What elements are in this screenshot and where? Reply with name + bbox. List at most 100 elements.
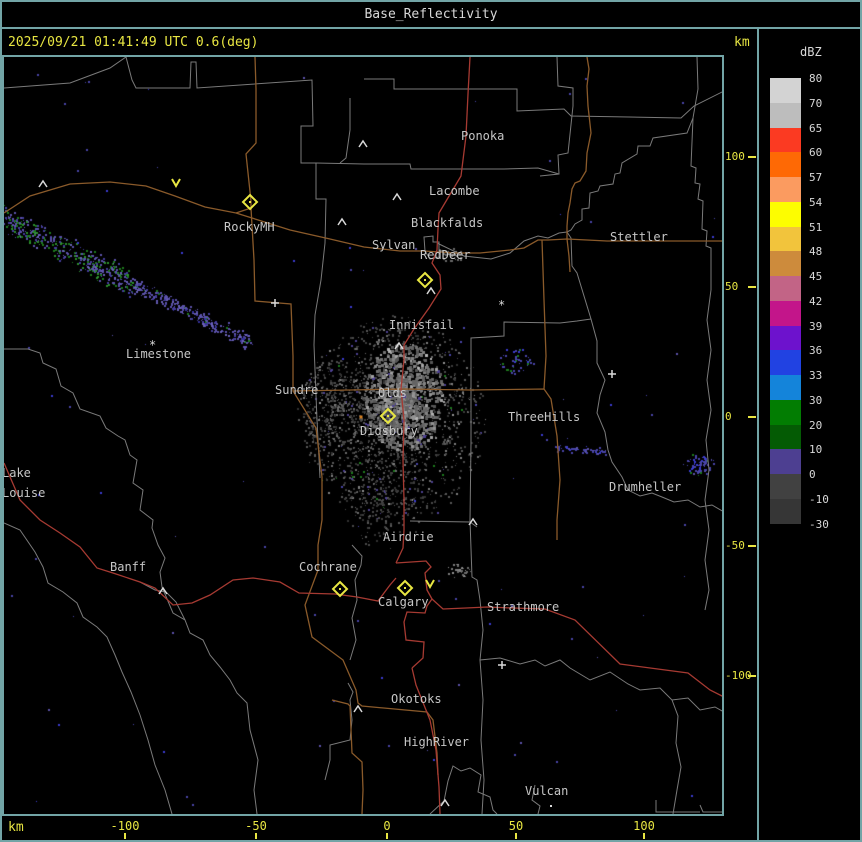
colorbar-value-label: 48 [809, 245, 849, 258]
vertical-axis-tick-mark [748, 286, 756, 288]
colorbar-value-label: 36 [809, 344, 849, 357]
city-label-cochrane: Cochrane [299, 560, 357, 574]
colorbar-swatch [770, 227, 801, 252]
colorbar-swatch [770, 499, 801, 524]
colorbar-value-label: 0 [809, 468, 849, 481]
reflectivity-colorbar-panel: dBZ 807065605754514845423936333020100-10… [759, 29, 860, 840]
colorbar-swatch [770, 177, 801, 202]
colorbar-value-label: 30 [809, 394, 849, 407]
vertical-distance-axis: 100500-50-100 [724, 55, 757, 816]
colorbar-title: dBZ [800, 45, 822, 59]
city-label-vulcan: Vulcan [525, 784, 568, 798]
colorbar-swatch [770, 375, 801, 400]
vertical-axis-tick-mark [748, 416, 756, 418]
colorbar-swatch [770, 202, 801, 227]
vertical-axis-unit-label: km [734, 35, 750, 50]
radar-site-center-dot [249, 201, 251, 203]
city-label-stettler: Stettler [610, 230, 668, 244]
colorbar-swatch [770, 326, 801, 351]
caret-marker-icon [393, 194, 401, 200]
horizontal-axis-unit-label: km [8, 820, 24, 835]
colorbar-value-label: 42 [809, 295, 849, 308]
horizontal-distance-axis: km -100-50050100 [2, 816, 757, 840]
colorbar-value-label: 20 [809, 419, 849, 432]
city-label-drumheller: Drumheller [609, 480, 681, 494]
city-label-blackfalds: Blackfalds [411, 216, 483, 230]
radar-application-window: Base_Reflectivity 2025/09/21 01:41:49 UT… [0, 0, 862, 842]
colorbar-swatch [770, 350, 801, 375]
horizontal-axis-tick-mark [515, 833, 517, 839]
scan-timestamp-elevation: 2025/09/21 01:41:49 UTC 0.6(deg) [8, 35, 258, 50]
colorbar-value-label: 45 [809, 270, 849, 283]
colorbar-value-label: 65 [809, 122, 849, 135]
city-label-limestone: Limestone [126, 347, 191, 361]
horizontal-axis-tick-label: -50 [226, 819, 286, 833]
city-label-sylvan: Sylvan [372, 238, 415, 252]
colorbar-value-label: 33 [809, 369, 849, 382]
city-label-rockymh: RockyMH [224, 220, 275, 234]
caret-marker-icon [359, 141, 367, 147]
horizontal-axis-tick-mark [124, 833, 126, 839]
horizontal-axis-tick-mark [386, 833, 388, 839]
colorbar-swatch [770, 425, 801, 450]
city-label-louise: Louise [4, 486, 45, 500]
plus-marker-icon [498, 661, 506, 669]
city-label-reddeer: RedDeer [420, 248, 471, 262]
plus-marker-icon [271, 299, 279, 307]
plus-marker-icon [608, 370, 616, 378]
map-marker-layer: ** [39, 141, 616, 807]
colorbar-swatch [770, 128, 801, 153]
caret-marker-icon [338, 219, 346, 225]
city-label-airdrie: Airdrie [383, 530, 434, 544]
caret-marker-icon [427, 288, 435, 294]
asterisk-marker-icon: * [498, 298, 505, 312]
wind-barb-v-icon [426, 580, 434, 587]
orange-echo-dot [360, 416, 363, 419]
colorbar-value-label: -10 [809, 493, 849, 506]
window-title: Base_Reflectivity [364, 7, 497, 22]
caret-marker-icon [354, 706, 362, 712]
city-label-olds: Olds [378, 386, 407, 400]
radar-site-center-dot [387, 415, 389, 417]
horizontal-axis-tick-mark [643, 833, 645, 839]
radar-map-viewport[interactable]: ** Ponoka Lacombe Blackfalds Sylvan RedDeer S… [2, 55, 724, 816]
city-label-highriver: HighRiver [404, 735, 469, 749]
horizontal-axis-tick-mark [255, 833, 257, 839]
vertical-axis-tick-mark [748, 545, 756, 547]
city-label-ponoka: Ponoka [461, 129, 504, 143]
city-label-didsbury: Didsbury [360, 424, 418, 438]
city-label-threehills: ThreeHills [508, 410, 580, 424]
city-label-strathmore: Strathmore [487, 600, 559, 614]
city-label-lake: Lake [4, 466, 31, 480]
colorbar-value-label: -30 [809, 518, 849, 531]
colorbar-swatch [770, 301, 801, 326]
radar-site-center-dot [424, 279, 426, 281]
horizontal-axis-tick-label: -100 [95, 819, 155, 833]
horizontal-axis-tick-label: 100 [614, 819, 674, 833]
colorbar-swatch [770, 152, 801, 177]
colorbar-swatch [770, 103, 801, 128]
caret-marker-icon [39, 181, 47, 187]
caret-marker-icon [441, 800, 449, 806]
colorbar-value-label: 57 [809, 171, 849, 184]
colorbar-swatch [770, 449, 801, 474]
wind-barb-v-icon [172, 179, 180, 186]
vertical-axis-tick-mark [748, 156, 756, 158]
city-label-lacombe: Lacombe [429, 184, 480, 198]
title-bar: Base_Reflectivity [2, 2, 860, 29]
radar-site-center-dot [339, 588, 341, 590]
colorbar-value-label: 70 [809, 97, 849, 110]
colorbar-value-label: 51 [809, 221, 849, 234]
colorbar-swatch [770, 400, 801, 425]
colorbar-value-label: 10 [809, 443, 849, 456]
colorbar-swatch [770, 251, 801, 276]
city-label-banff: Banff [110, 560, 146, 574]
horizontal-axis-tick-label: 50 [486, 819, 546, 833]
colorbar-value-label: 80 [809, 72, 849, 85]
panel-separator [757, 29, 759, 840]
colorbar-value-label: 39 [809, 320, 849, 333]
caret-marker-icon [395, 343, 403, 349]
city-label-sundre: Sundre [275, 383, 318, 397]
map-inner: ** Ponoka Lacombe Blackfalds Sylvan RedDeer S… [4, 57, 722, 814]
city-label-calgary: Calgary [378, 595, 429, 609]
